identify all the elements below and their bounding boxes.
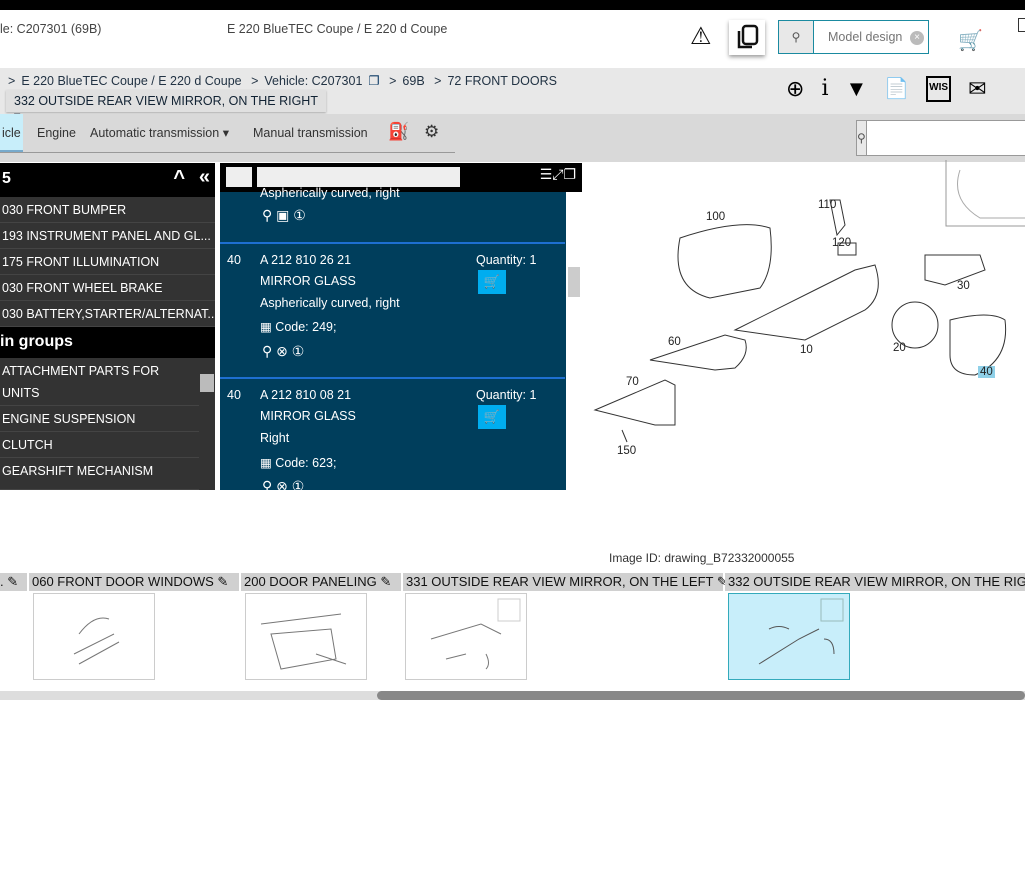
top-bar — [0, 0, 1025, 10]
callout[interactable]: 150 — [617, 445, 636, 457]
model-search[interactable]: ⚲ × — [778, 20, 929, 54]
part-info-icons[interactable]: ⚲ ⊗ ① — [262, 343, 304, 360]
exploded-diagram[interactable] — [590, 160, 1025, 470]
zoom-in-icon[interactable]: ⊕ — [786, 76, 804, 102]
crumb-model[interactable]: E 220 BlueTEC Coupe / E 220 d Coupe — [21, 74, 241, 88]
copy-icon[interactable]: ❐ — [368, 74, 379, 88]
tab-engine[interactable]: Engine — [30, 114, 83, 152]
callout[interactable]: 110 — [818, 199, 836, 211]
image-id: Image ID: drawing_B72332000055 — [609, 551, 795, 565]
thumbnail-selected[interactable] — [728, 593, 850, 680]
thumbnail[interactable] — [33, 593, 155, 680]
thumbnail[interactable] — [245, 593, 367, 680]
part-number[interactable]: A 212 810 26 21 — [260, 253, 351, 267]
mail-edit-icon[interactable]: ✉ — [968, 76, 986, 102]
parts-search[interactable]: ⚲ — [856, 120, 1025, 156]
copy-button[interactable] — [729, 20, 765, 55]
thumbnail[interactable] — [405, 593, 527, 680]
cart-icon: 🛒 — [483, 274, 501, 289]
left-panel-header: 5 ^ « — [0, 163, 215, 197]
group-item[interactable]: GEARSHIFT MECHANISM — [0, 458, 199, 490]
group-item[interactable]: UNITS — [0, 380, 199, 406]
parts-search-input[interactable] — [866, 121, 1025, 155]
warning-icon[interactable]: ⚠ — [690, 24, 712, 50]
thumb-label[interactable]: 200 DOOR PANELING ✎ — [241, 573, 401, 591]
cart-icon: 🛒 — [483, 409, 501, 424]
part-info-icons[interactable]: ⚲ ⊗ ① — [262, 478, 304, 490]
callout[interactable]: 60 — [668, 336, 681, 348]
edit-icon: ✎ — [217, 574, 229, 589]
collapse-up-icon[interactable]: ^ — [173, 167, 185, 190]
filter-icon[interactable]: ▼ — [845, 76, 867, 102]
language-box[interactable] — [1018, 18, 1025, 32]
callout[interactable]: 20 — [893, 342, 906, 354]
info-icon[interactable]: i — [821, 76, 828, 102]
paint-icon[interactable]: ⛽ — [388, 122, 409, 142]
subgroup-dropdown[interactable]: 332 OUTSIDE REAR VIEW MIRROR, ON THE RIG… — [6, 90, 326, 123]
group-item[interactable]: ENGINE SUSPENSION — [0, 406, 199, 432]
pos-filter-input[interactable] — [226, 167, 252, 187]
part-filter-input[interactable] — [257, 167, 460, 187]
thumbnail-scrollbar[interactable] — [0, 691, 1025, 700]
callout[interactable]: 70 — [626, 376, 639, 388]
view-toggle-icons[interactable]: ☰⤢❐ — [540, 166, 576, 183]
callout[interactable]: 10 — [800, 344, 813, 356]
copy-icon — [737, 24, 759, 48]
thumb-label-edge: . ✎ — [0, 573, 27, 591]
cart-add-icon[interactable]: 🛒 — [958, 28, 983, 53]
search-icon[interactable]: ⚲ — [857, 121, 867, 155]
callout[interactable]: 120 — [832, 237, 851, 249]
crumb-vehicle[interactable]: Vehicle: C207301 — [264, 74, 362, 88]
tab-vehicle[interactable]: icle — [0, 114, 23, 152]
crumb-code[interactable]: 69B — [402, 74, 424, 88]
recent-item[interactable]: 030 FRONT BUMPER — [0, 197, 215, 223]
bolt-icon[interactable]: ⚙ — [424, 122, 439, 142]
crumb-group[interactable]: 72 FRONT DOORS — [447, 74, 557, 88]
group-item[interactable]: CLUTCH — [0, 432, 199, 458]
code-grid-icon: ▦ — [260, 320, 272, 334]
callout-highlighted[interactable]: 40 — [978, 366, 995, 378]
callout[interactable]: 30 — [957, 280, 970, 292]
scrollbar-thumb[interactable] — [377, 691, 1025, 700]
thumb-label-selected[interactable]: 332 OUTSIDE REAR VIEW MIRROR, ON THE RIG… — [725, 573, 1025, 591]
add-to-cart-button[interactable]: 🛒 — [478, 405, 506, 429]
parts-scrollbar[interactable] — [566, 192, 582, 490]
part-number[interactable]: A 212 810 08 21 — [260, 388, 351, 402]
edit-icon: ✎ — [380, 574, 392, 589]
vehicle-label: le: C207301 (69B) — [0, 22, 102, 36]
recent-item[interactable]: 030 FRONT WHEEL BRAKE — [0, 275, 215, 301]
document-alert-icon[interactable]: 📄 — [884, 76, 909, 102]
caret-down-icon: ▾ — [222, 126, 229, 140]
recent-item[interactable]: 175 FRONT ILLUMINATION — [0, 249, 215, 275]
recent-item[interactable]: 030 BATTERY,STARTER/ALTERNAT... — [0, 301, 215, 327]
part-info-icons[interactable]: ⚲ ▣ ① — [262, 207, 306, 224]
add-to-cart-button[interactable]: 🛒 — [478, 270, 506, 294]
clear-icon[interactable]: × — [910, 31, 924, 45]
tab-manual-transmission[interactable]: Manual transmission — [246, 114, 375, 152]
model-label: E 220 BlueTEC Coupe / E 220 d Coupe — [227, 22, 448, 36]
wis-icon[interactable]: WIS — [926, 76, 952, 102]
callout[interactable]: 100 — [706, 211, 725, 223]
code-grid-icon: ▦ — [260, 456, 272, 470]
breadcrumb: > E 220 BlueTEC Coupe / E 220 d Coupe > Ve… — [8, 74, 557, 88]
thumb-label[interactable]: 060 FRONT DOOR WINDOWS ✎ — [29, 573, 239, 591]
double-chevron-left-icon[interactable]: « — [199, 166, 210, 189]
groups-title: in groups — [0, 327, 215, 358]
search-icon[interactable]: ⚲ — [779, 21, 814, 53]
recent-item[interactable]: 193 INSTRUMENT PANEL AND GL... — [0, 223, 215, 249]
thumb-label[interactable]: 331 OUTSIDE REAR VIEW MIRROR, ON THE LEF… — [403, 573, 728, 591]
model-search-input[interactable] — [814, 21, 910, 53]
groups-scrollbar[interactable] — [199, 358, 215, 490]
tab-automatic-transmission[interactable]: Automatic transmission ▾ — [83, 114, 236, 152]
